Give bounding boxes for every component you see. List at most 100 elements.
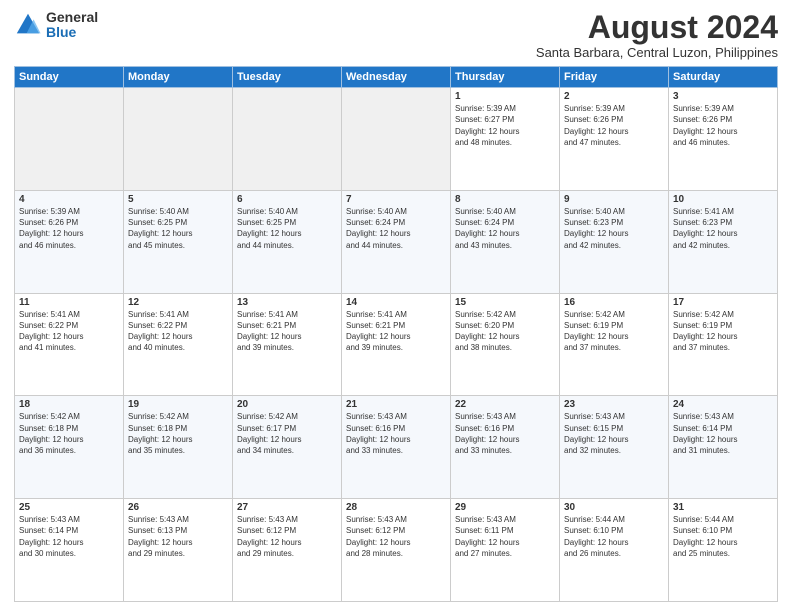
day-number: 18 [19, 399, 119, 410]
day-number: 3 [673, 91, 773, 102]
day-number: 7 [346, 194, 446, 205]
day-cell: 1Sunrise: 5:39 AM Sunset: 6:27 PM Daylig… [451, 88, 560, 191]
day-info: Sunrise: 5:43 AM Sunset: 6:11 PM Dayligh… [455, 514, 555, 559]
day-info: Sunrise: 5:39 AM Sunset: 6:26 PM Dayligh… [673, 103, 773, 148]
day-number: 29 [455, 502, 555, 513]
calendar-header: SundayMondayTuesdayWednesdayThursdayFrid… [15, 67, 778, 88]
day-info: Sunrise: 5:40 AM Sunset: 6:25 PM Dayligh… [237, 206, 337, 251]
day-cell: 27Sunrise: 5:43 AM Sunset: 6:12 PM Dayli… [233, 499, 342, 602]
day-number: 14 [346, 297, 446, 308]
day-number: 22 [455, 399, 555, 410]
week-row-1: 1Sunrise: 5:39 AM Sunset: 6:27 PM Daylig… [15, 88, 778, 191]
day-info: Sunrise: 5:42 AM Sunset: 6:18 PM Dayligh… [128, 411, 228, 456]
col-header-monday: Monday [124, 67, 233, 88]
col-header-tuesday: Tuesday [233, 67, 342, 88]
day-number: 27 [237, 502, 337, 513]
day-info: Sunrise: 5:43 AM Sunset: 6:16 PM Dayligh… [455, 411, 555, 456]
day-info: Sunrise: 5:43 AM Sunset: 6:12 PM Dayligh… [346, 514, 446, 559]
month-title: August 2024 [536, 10, 778, 45]
day-cell: 31Sunrise: 5:44 AM Sunset: 6:10 PM Dayli… [669, 499, 778, 602]
day-info: Sunrise: 5:40 AM Sunset: 6:23 PM Dayligh… [564, 206, 664, 251]
day-info: Sunrise: 5:41 AM Sunset: 6:21 PM Dayligh… [346, 309, 446, 354]
day-number: 31 [673, 502, 773, 513]
day-info: Sunrise: 5:41 AM Sunset: 6:23 PM Dayligh… [673, 206, 773, 251]
day-info: Sunrise: 5:42 AM Sunset: 6:19 PM Dayligh… [564, 309, 664, 354]
day-number: 28 [346, 502, 446, 513]
day-number: 16 [564, 297, 664, 308]
day-info: Sunrise: 5:39 AM Sunset: 6:26 PM Dayligh… [19, 206, 119, 251]
day-number: 1 [455, 91, 555, 102]
day-number: 26 [128, 502, 228, 513]
header-row: SundayMondayTuesdayWednesdayThursdayFrid… [15, 67, 778, 88]
day-number: 8 [455, 194, 555, 205]
day-number: 11 [19, 297, 119, 308]
day-info: Sunrise: 5:39 AM Sunset: 6:26 PM Dayligh… [564, 103, 664, 148]
day-cell: 16Sunrise: 5:42 AM Sunset: 6:19 PM Dayli… [560, 293, 669, 396]
calendar-table: SundayMondayTuesdayWednesdayThursdayFrid… [14, 66, 778, 602]
day-info: Sunrise: 5:43 AM Sunset: 6:13 PM Dayligh… [128, 514, 228, 559]
day-number: 2 [564, 91, 664, 102]
day-info: Sunrise: 5:40 AM Sunset: 6:24 PM Dayligh… [346, 206, 446, 251]
day-cell: 26Sunrise: 5:43 AM Sunset: 6:13 PM Dayli… [124, 499, 233, 602]
day-number: 30 [564, 502, 664, 513]
day-cell [233, 88, 342, 191]
day-info: Sunrise: 5:42 AM Sunset: 6:17 PM Dayligh… [237, 411, 337, 456]
title-block: August 2024 Santa Barbara, Central Luzon… [536, 10, 778, 60]
day-cell: 8Sunrise: 5:40 AM Sunset: 6:24 PM Daylig… [451, 190, 560, 293]
day-number: 13 [237, 297, 337, 308]
day-number: 10 [673, 194, 773, 205]
day-cell: 17Sunrise: 5:42 AM Sunset: 6:19 PM Dayli… [669, 293, 778, 396]
day-number: 15 [455, 297, 555, 308]
day-cell: 23Sunrise: 5:43 AM Sunset: 6:15 PM Dayli… [560, 396, 669, 499]
day-number: 24 [673, 399, 773, 410]
day-cell: 19Sunrise: 5:42 AM Sunset: 6:18 PM Dayli… [124, 396, 233, 499]
day-info: Sunrise: 5:41 AM Sunset: 6:22 PM Dayligh… [128, 309, 228, 354]
day-cell: 6Sunrise: 5:40 AM Sunset: 6:25 PM Daylig… [233, 190, 342, 293]
day-number: 5 [128, 194, 228, 205]
col-header-sunday: Sunday [15, 67, 124, 88]
day-info: Sunrise: 5:43 AM Sunset: 6:12 PM Dayligh… [237, 514, 337, 559]
day-cell: 21Sunrise: 5:43 AM Sunset: 6:16 PM Dayli… [342, 396, 451, 499]
day-info: Sunrise: 5:43 AM Sunset: 6:14 PM Dayligh… [673, 411, 773, 456]
logo-blue-text: Blue [46, 25, 98, 40]
day-info: Sunrise: 5:42 AM Sunset: 6:20 PM Dayligh… [455, 309, 555, 354]
logo-icon [14, 11, 42, 39]
day-cell: 29Sunrise: 5:43 AM Sunset: 6:11 PM Dayli… [451, 499, 560, 602]
day-cell: 20Sunrise: 5:42 AM Sunset: 6:17 PM Dayli… [233, 396, 342, 499]
day-cell: 2Sunrise: 5:39 AM Sunset: 6:26 PM Daylig… [560, 88, 669, 191]
day-info: Sunrise: 5:43 AM Sunset: 6:14 PM Dayligh… [19, 514, 119, 559]
day-cell: 7Sunrise: 5:40 AM Sunset: 6:24 PM Daylig… [342, 190, 451, 293]
day-number: 17 [673, 297, 773, 308]
header: General Blue August 2024 Santa Barbara, … [14, 10, 778, 60]
day-number: 9 [564, 194, 664, 205]
day-info: Sunrise: 5:41 AM Sunset: 6:21 PM Dayligh… [237, 309, 337, 354]
day-info: Sunrise: 5:43 AM Sunset: 6:15 PM Dayligh… [564, 411, 664, 456]
day-cell: 11Sunrise: 5:41 AM Sunset: 6:22 PM Dayli… [15, 293, 124, 396]
week-row-3: 11Sunrise: 5:41 AM Sunset: 6:22 PM Dayli… [15, 293, 778, 396]
day-info: Sunrise: 5:40 AM Sunset: 6:25 PM Dayligh… [128, 206, 228, 251]
day-cell: 9Sunrise: 5:40 AM Sunset: 6:23 PM Daylig… [560, 190, 669, 293]
day-info: Sunrise: 5:41 AM Sunset: 6:22 PM Dayligh… [19, 309, 119, 354]
day-cell [124, 88, 233, 191]
day-cell: 28Sunrise: 5:43 AM Sunset: 6:12 PM Dayli… [342, 499, 451, 602]
day-info: Sunrise: 5:44 AM Sunset: 6:10 PM Dayligh… [564, 514, 664, 559]
day-cell: 14Sunrise: 5:41 AM Sunset: 6:21 PM Dayli… [342, 293, 451, 396]
day-cell: 24Sunrise: 5:43 AM Sunset: 6:14 PM Dayli… [669, 396, 778, 499]
day-number: 12 [128, 297, 228, 308]
day-number: 19 [128, 399, 228, 410]
day-cell: 12Sunrise: 5:41 AM Sunset: 6:22 PM Dayli… [124, 293, 233, 396]
day-cell: 10Sunrise: 5:41 AM Sunset: 6:23 PM Dayli… [669, 190, 778, 293]
week-row-4: 18Sunrise: 5:42 AM Sunset: 6:18 PM Dayli… [15, 396, 778, 499]
subtitle: Santa Barbara, Central Luzon, Philippine… [536, 45, 778, 60]
day-number: 25 [19, 502, 119, 513]
day-cell: 5Sunrise: 5:40 AM Sunset: 6:25 PM Daylig… [124, 190, 233, 293]
day-info: Sunrise: 5:42 AM Sunset: 6:19 PM Dayligh… [673, 309, 773, 354]
day-number: 6 [237, 194, 337, 205]
col-header-saturday: Saturday [669, 67, 778, 88]
day-number: 4 [19, 194, 119, 205]
col-header-wednesday: Wednesday [342, 67, 451, 88]
col-header-friday: Friday [560, 67, 669, 88]
day-cell: 4Sunrise: 5:39 AM Sunset: 6:26 PM Daylig… [15, 190, 124, 293]
week-row-2: 4Sunrise: 5:39 AM Sunset: 6:26 PM Daylig… [15, 190, 778, 293]
day-info: Sunrise: 5:42 AM Sunset: 6:18 PM Dayligh… [19, 411, 119, 456]
